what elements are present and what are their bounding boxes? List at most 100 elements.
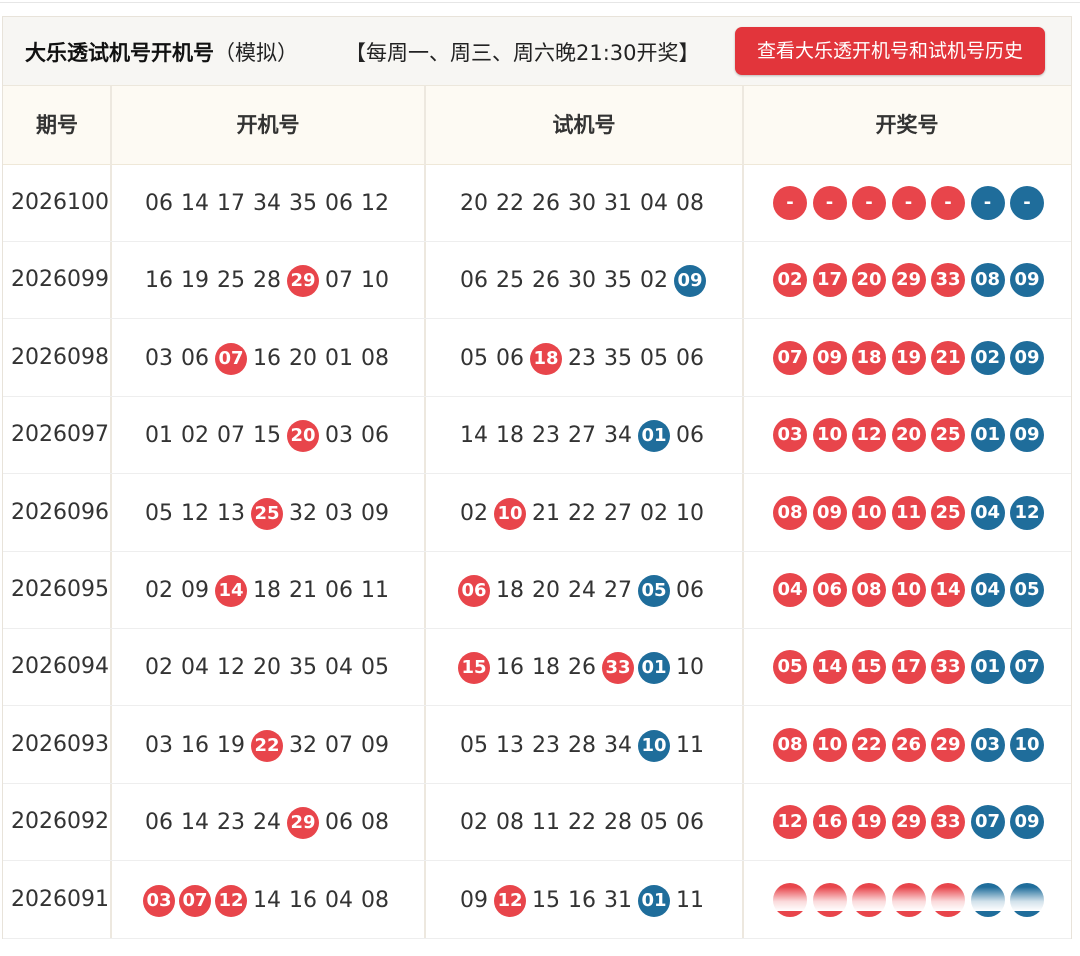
kaiji-number: 14 [181,810,209,836]
shiji-number: 06 [676,810,704,836]
winning-ball-red: - [891,186,926,220]
kaiji-number: 09 [361,732,389,758]
shiji-number: 35 [604,268,632,294]
winning-ball-red: - [812,186,847,220]
blurred-edge [761,887,1051,911]
history-button[interactable]: 查看大乐透开机号和试机号历史 [735,27,1045,75]
period-number: 2026096 [11,499,109,525]
kaiji-number: 01 [325,345,353,371]
shiji-number: 09 [460,887,488,913]
shiji-number-highlight-blue: 01 [638,884,670,917]
kaiji-number: 35 [289,191,317,216]
shiji-number: 08 [676,191,704,216]
kaiji-number-highlight-red: 22 [251,729,283,762]
shiji-number: 06 [676,578,704,603]
kaiji-number-highlight-red: 07 [179,884,211,917]
shiji-number: 30 [568,191,596,216]
winning-ball-red: 03 [773,418,807,453]
shiji-number: 34 [604,423,632,449]
period-number: 2026100 [11,190,109,215]
winning-ball-red: 15 [852,650,886,685]
winning-ball-blue: 04 [970,573,1005,607]
kaiji-number: 19 [181,268,209,294]
kaiji-number: 18 [253,578,281,603]
kaiji-number-highlight-red: 20 [287,420,319,453]
shiji-number: 27 [604,578,632,603]
winning-ball-red: 10 [852,495,886,530]
winning-ball-red: 25 [931,418,965,453]
kaiji-number: 25 [217,268,245,294]
winning-ball-red: 33 [931,650,965,685]
shiji-number: 20 [460,191,488,216]
winning-ball-blue: 03 [970,727,1005,762]
shiji-number: 02 [640,268,668,294]
kaiji-number: 17 [217,191,245,216]
kaiji-number: 14 [253,887,281,913]
table-row: 2026099 16 19 25 28 29 07 10 06 25 26 30 35 02 09 02 17 2… [3,241,1071,320]
kaiji-number: 32 [289,500,317,526]
period-number: 2026097 [11,422,109,448]
winning-ball-red: - [773,186,807,220]
winning-ball-blue: 07 [970,805,1005,840]
winning-ball-red: 16 [812,805,847,840]
shiji-number: 06 [676,345,704,371]
page: 大乐透试机号开机号（模拟） 【每周一、周三、周六晚21:30开奖】 查看大乐透开… [0,0,1080,956]
kaiji-number: 06 [325,191,353,216]
kaiji-number: 03 [145,345,173,371]
winning-ball-blue: 05 [1010,573,1044,607]
winning-ball-red: 29 [931,727,965,762]
kaiji-number: 07 [325,732,353,758]
shiji-number: 15 [532,887,560,913]
table-header: 期号 开机号 试机号 开奖号 [3,86,1071,165]
shiji-number-highlight-blue: 10 [638,729,670,762]
draw-schedule: 【每周一、周三、周六晚21:30开奖】 [345,41,700,65]
winning-ball-red: 33 [931,805,965,840]
shiji-number: 05 [460,345,488,371]
winning-ball-blue: 12 [1010,495,1044,530]
kaiji-number: 23 [217,810,245,836]
shiji-number: 23 [532,423,560,449]
shiji-number: 06 [460,268,488,294]
winning-ball-blue: 01 [970,418,1005,453]
shiji-number: 28 [568,732,596,758]
table-row: 2026093 03 16 19 22 32 07 09 05 13 23 28 34 10 11 08 10 2… [3,706,1071,784]
shiji-number-highlight-red: 33 [602,652,634,685]
kaiji-number: 06 [325,810,353,836]
kaiji-number: 28 [253,268,281,294]
shiji-number-highlight-red: 12 [494,884,526,917]
period-number: 2026094 [11,654,109,680]
kaiji-number: 06 [145,191,173,216]
winning-ball-red: 08 [852,573,886,607]
shiji-number: 18 [496,423,524,449]
shiji-number: 26 [532,268,560,294]
shiji-number: 13 [496,732,524,758]
winning-ball-red: - [852,186,886,220]
kaiji-number-highlight-red: 29 [287,265,319,298]
table-row: 2026097 01 02 07 15 20 03 06 14 18 23 27 34 01 06 03 10 1… [3,396,1071,475]
kaiji-number: 07 [217,423,245,449]
winning-ball-red: 20 [852,263,886,298]
winning-ball-red: 02 [773,263,807,298]
kaiji-number: 10 [361,268,389,294]
winning-ball-blue: 02 [970,340,1005,375]
period-number: 2026092 [11,809,109,835]
winning-ball-red: 10 [891,573,926,607]
winning-ball-red: 08 [773,495,807,530]
shiji-number: 06 [676,423,704,449]
winning-ball-red: 20 [891,418,926,453]
shiji-number: 18 [496,578,524,603]
winning-ball-red: 25 [931,495,965,530]
shiji-number-highlight-red: 15 [458,652,490,685]
kaiji-number: 03 [145,732,173,758]
kaiji-number: 21 [289,578,317,603]
winning-ball-blue: 09 [1010,263,1044,298]
shiji-number: 16 [496,655,524,681]
shiji-number-highlight-blue: 01 [638,420,670,453]
kaiji-number: 04 [181,655,209,681]
shiji-number: 26 [532,191,560,216]
shiji-number: 22 [568,500,596,526]
table-row: 2026100 06 14 17 34 35 06 12 20 22 26 30 31 04 08- - - - -… [3,164,1071,242]
page-title: 大乐透试机号开机号（模拟） [25,37,298,67]
kaiji-number: 24 [253,810,281,836]
shiji-number: 23 [568,345,596,371]
